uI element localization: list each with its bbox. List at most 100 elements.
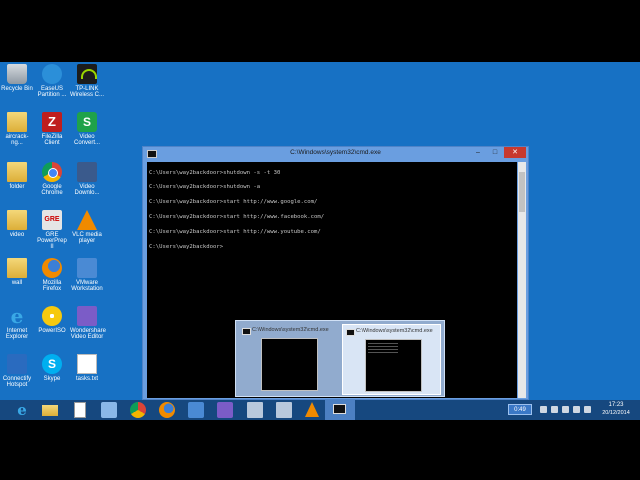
- console-line: C:\Users\way2backdoor>shutdown -s -t 30: [149, 170, 281, 176]
- thumbnail-title: C:\Windows\system32\cmd.exe: [252, 327, 329, 333]
- taskbar-network-icon[interactable]: [247, 402, 263, 418]
- desktop-icon-tasks[interactable]: tasks.txt: [70, 354, 104, 382]
- desktop-icon-label: Video Downlo...: [74, 184, 100, 196]
- cmd-icon: [333, 404, 346, 414]
- taskbar: e 0:49 17:23 20/12/2014: [0, 400, 640, 420]
- desktop-icon-recycle-bin[interactable]: Recycle Bin: [0, 64, 34, 92]
- tray-flag-icon[interactable]: [551, 406, 558, 413]
- internet-explorer-icon: e: [10, 304, 24, 328]
- desktop-icon-label: wall: [11, 280, 23, 286]
- folder-icon: [7, 210, 27, 230]
- thumbnail-image: [365, 339, 422, 392]
- desktop-icon-skype[interactable]: S Skype: [35, 354, 69, 382]
- desktop-icon-label: VLC media player: [72, 232, 102, 244]
- title-bar[interactable]: C:\Windows\system32\cmd.exe – □ ✕: [143, 147, 528, 160]
- taskbar-file-explorer-icon[interactable]: [42, 405, 58, 416]
- console-prompt: C:\Users\way2backdoor>: [149, 244, 224, 250]
- poweriso-icon: [42, 306, 62, 326]
- desktop-icon-label: Wondershare Video Editor: [70, 328, 106, 340]
- folder-icon: [7, 112, 27, 132]
- desktop-icon-label: PowerISO: [38, 328, 66, 334]
- desktop-icon-chrome[interactable]: Google Chrome: [35, 162, 69, 196]
- gre-icon: GRE: [42, 210, 62, 230]
- taskbar-cmd-button[interactable]: [325, 400, 355, 420]
- taskbar-thumbnail-preview: C:\Windows\system32\cmd.exe C:\Windows\s…: [235, 320, 445, 397]
- scrollbar-thumb[interactable]: [519, 172, 525, 212]
- desktop-icon-tplink[interactable]: TP-LINK Wireless C...: [70, 64, 104, 98]
- desktop-icon-label: Internet Explorer: [5, 328, 29, 340]
- cmd-icon: [242, 328, 251, 335]
- desktop-icon-video[interactable]: video: [0, 210, 34, 238]
- taskbar-wondershare-icon[interactable]: [217, 402, 233, 418]
- desktop-icon-filezilla[interactable]: Z FileZilla Client: [35, 112, 69, 146]
- desktop-icon-label: GRE PowerPrep II: [37, 232, 67, 250]
- easeus-icon: [42, 64, 62, 84]
- thumbnail-image: [261, 338, 318, 391]
- desktop-icon-label: video: [9, 232, 25, 238]
- clock-time[interactable]: 17:23: [598, 402, 634, 408]
- tray-volume-icon[interactable]: [584, 406, 591, 413]
- desktop-icon-label: aircrack-ng...: [5, 134, 29, 146]
- taskbar-chrome-icon[interactable]: [130, 402, 146, 418]
- desktop-icon-label: folder: [9, 184, 25, 190]
- desktop-icon-label: Google Chrome: [41, 184, 63, 196]
- vertical-scrollbar[interactable]: [518, 162, 526, 398]
- console-line: C:\Users\way2backdoor>start http://www.y…: [149, 229, 321, 235]
- desktop-icon-label: FileZilla Client: [41, 134, 63, 146]
- tray-show-hidden-icon[interactable]: [540, 406, 547, 413]
- minimize-button[interactable]: –: [470, 147, 486, 158]
- vlc-icon: [77, 210, 97, 230]
- desktop-icon-wall[interactable]: wall: [0, 258, 34, 286]
- console-line: C:\Users\way2backdoor>start http://www.f…: [149, 214, 325, 220]
- taskbar-internet-explorer-icon[interactable]: e: [14, 402, 30, 418]
- filezilla-icon: Z: [42, 112, 62, 132]
- maximize-button[interactable]: □: [487, 147, 503, 158]
- desktop-icon-label: Connectify Hotspot: [2, 376, 32, 388]
- folder-icon: [7, 162, 27, 182]
- desktop-icon-label: VMware Workstation: [71, 280, 103, 292]
- desktop-icon-vlc[interactable]: VLC media player: [70, 210, 104, 244]
- desktop-icon-gre[interactable]: GRE GRE PowerPrep II: [35, 210, 69, 250]
- chrome-icon: [42, 162, 62, 182]
- desktop-icon-poweriso[interactable]: PowerISO: [35, 306, 69, 334]
- tray-network-icon[interactable]: [573, 406, 580, 413]
- taskbar-firefox-icon[interactable]: [159, 402, 175, 418]
- thumbnail-title: C:\Windows\system32\cmd.exe: [356, 328, 433, 334]
- desktop-icon-folder[interactable]: folder: [0, 162, 34, 190]
- console-line: C:\Users\way2backdoor>start http://www.g…: [149, 199, 318, 205]
- taskbar-vmware-icon[interactable]: [188, 402, 204, 418]
- desktop-icon-aircrack[interactable]: aircrack-ng...: [0, 112, 34, 146]
- wondershare-icon: [77, 306, 97, 326]
- desktop-icon-vmware[interactable]: VMware Workstation: [70, 258, 104, 292]
- thumbnail-cmd-1[interactable]: C:\Windows\system32\cmd.exe: [239, 324, 338, 395]
- taskbar-network-icon[interactable]: [276, 402, 292, 418]
- video-downloader-icon: [77, 162, 97, 182]
- desktop-icon-label: Video Convert...: [73, 134, 100, 146]
- desktop-icon-easeus[interactable]: EaseUS Partition ...: [35, 64, 69, 98]
- desktop-icon-wondershare[interactable]: Wondershare Video Editor: [70, 306, 106, 340]
- video-converter-icon: S: [77, 112, 97, 132]
- desktop-icon-video-downloader[interactable]: Video Downlo...: [70, 162, 104, 196]
- desktop-icon-label: TP-LINK Wireless C...: [70, 86, 105, 98]
- taskbar-document-icon[interactable]: [74, 402, 86, 418]
- close-button[interactable]: ✕: [504, 147, 526, 158]
- taskbar-box-icon[interactable]: [101, 402, 117, 418]
- desktop-icon-connectify[interactable]: Connectify Hotspot: [0, 354, 34, 388]
- desktop-icon-label: Skype: [43, 376, 61, 382]
- tray-power-icon[interactable]: [562, 406, 569, 413]
- clock-date[interactable]: 20/12/2014: [598, 410, 634, 416]
- console-line: C:\Users\way2backdoor>shutdown -a: [149, 184, 261, 190]
- desktop-icon-video-converter[interactable]: S Video Convert...: [70, 112, 104, 146]
- desktop-icon-label: EaseUS Partition ...: [37, 86, 67, 98]
- folder-icon: [7, 258, 27, 278]
- desktop-icon-label: Recycle Bin: [1, 86, 33, 92]
- thumbnail-cmd-2[interactable]: C:\Windows\system32\cmd.exe: [342, 324, 441, 395]
- screen: Recycle Bin aircrack-ng... folder video …: [0, 0, 640, 480]
- desktop-icon-internet-explorer[interactable]: e Internet Explorer: [0, 306, 34, 340]
- tray-badge[interactable]: 0:49: [508, 404, 532, 415]
- tplink-wireless-icon: [77, 64, 97, 84]
- recycle-bin-icon: [7, 64, 27, 84]
- taskbar-vlc-icon[interactable]: [305, 402, 319, 417]
- firefox-icon: [42, 258, 62, 278]
- desktop-icon-firefox[interactable]: Mozilla Firefox: [35, 258, 69, 292]
